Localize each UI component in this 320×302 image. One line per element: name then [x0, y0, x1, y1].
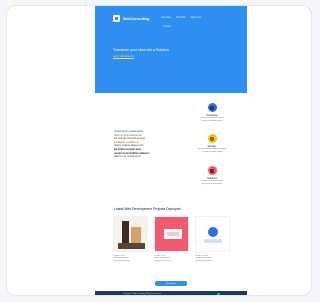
project-card[interactable]: Project Three Lorem ipsum dolor sit amet… — [195, 216, 230, 263]
projects-heading: Latest Web Development Projects Deployed — [114, 207, 181, 211]
project-card[interactable]: Project One Lorem ipsum dolor sit amet c… — [113, 216, 148, 263]
feature-desc: ut labore et dolore magna — [201, 150, 223, 153]
clipboard-icon — [207, 103, 217, 112]
nav-item-services[interactable]: Services — [161, 16, 171, 19]
feature-solutions: Solutions Ut enim ad minim veniam quis n… — [187, 166, 237, 185]
projects-grid: Project One Lorem ipsum dolor sit amet c… — [113, 216, 230, 263]
site-footer: Copyright © WebConsulting. All rights re… — [95, 291, 247, 295]
view-more-button[interactable]: View More — [155, 281, 187, 286]
intro-line: laboris nisi ut aliquip ex. — [114, 155, 142, 159]
logo-text: WebConsulting — [123, 16, 150, 21]
logo-icon — [113, 15, 120, 22]
feature-strategy: Strategy Sed do eiusmod tempor incididun… — [187, 134, 237, 153]
preview-card: WebConsulting Services Portfolio About U… — [6, 5, 312, 296]
site-logo[interactable]: WebConsulting — [113, 15, 149, 22]
lightbulb-icon — [207, 134, 217, 143]
project-image — [154, 216, 189, 252]
puzzle-icon — [207, 166, 217, 175]
website-preview: WebConsulting Services Portfolio About U… — [95, 6, 247, 295]
feature-desc: consectetur adipiscing elit — [201, 119, 223, 122]
nav-item-portfolio[interactable]: Portfolio — [176, 16, 186, 19]
intro-text: Lorem ipsum consectetur dolor sit amet a… — [114, 130, 178, 159]
project-image — [113, 216, 148, 252]
feature-consulting: Consulting Lorem ipsum dolor sit amet co… — [187, 103, 237, 122]
nav-item-about[interactable]: About Us — [190, 16, 201, 19]
hero-title: Transform your Idea into a Solution — [113, 48, 169, 52]
nav-item-contact[interactable]: Contact — [163, 25, 171, 28]
project-image — [195, 216, 230, 252]
top-nav: Services Portfolio About Us — [161, 16, 201, 19]
project-meta: sit amet consectetur — [195, 259, 212, 262]
project-card[interactable]: Project Two Lorem ipsum dolor sit amet c… — [154, 216, 189, 263]
project-meta: sit amet consectetur — [113, 259, 130, 262]
feature-desc: quis nostrud exercitation — [201, 182, 223, 185]
chat-icon[interactable] — [217, 292, 220, 295]
hero-cta-link[interactable]: Let's talk about it — [113, 54, 134, 58]
footer-copyright: Copyright © WebConsulting. All rights re… — [123, 292, 161, 295]
project-meta: sit amet consectetur — [154, 259, 171, 262]
hero-banner: WebConsulting Services Portfolio About U… — [95, 6, 247, 93]
